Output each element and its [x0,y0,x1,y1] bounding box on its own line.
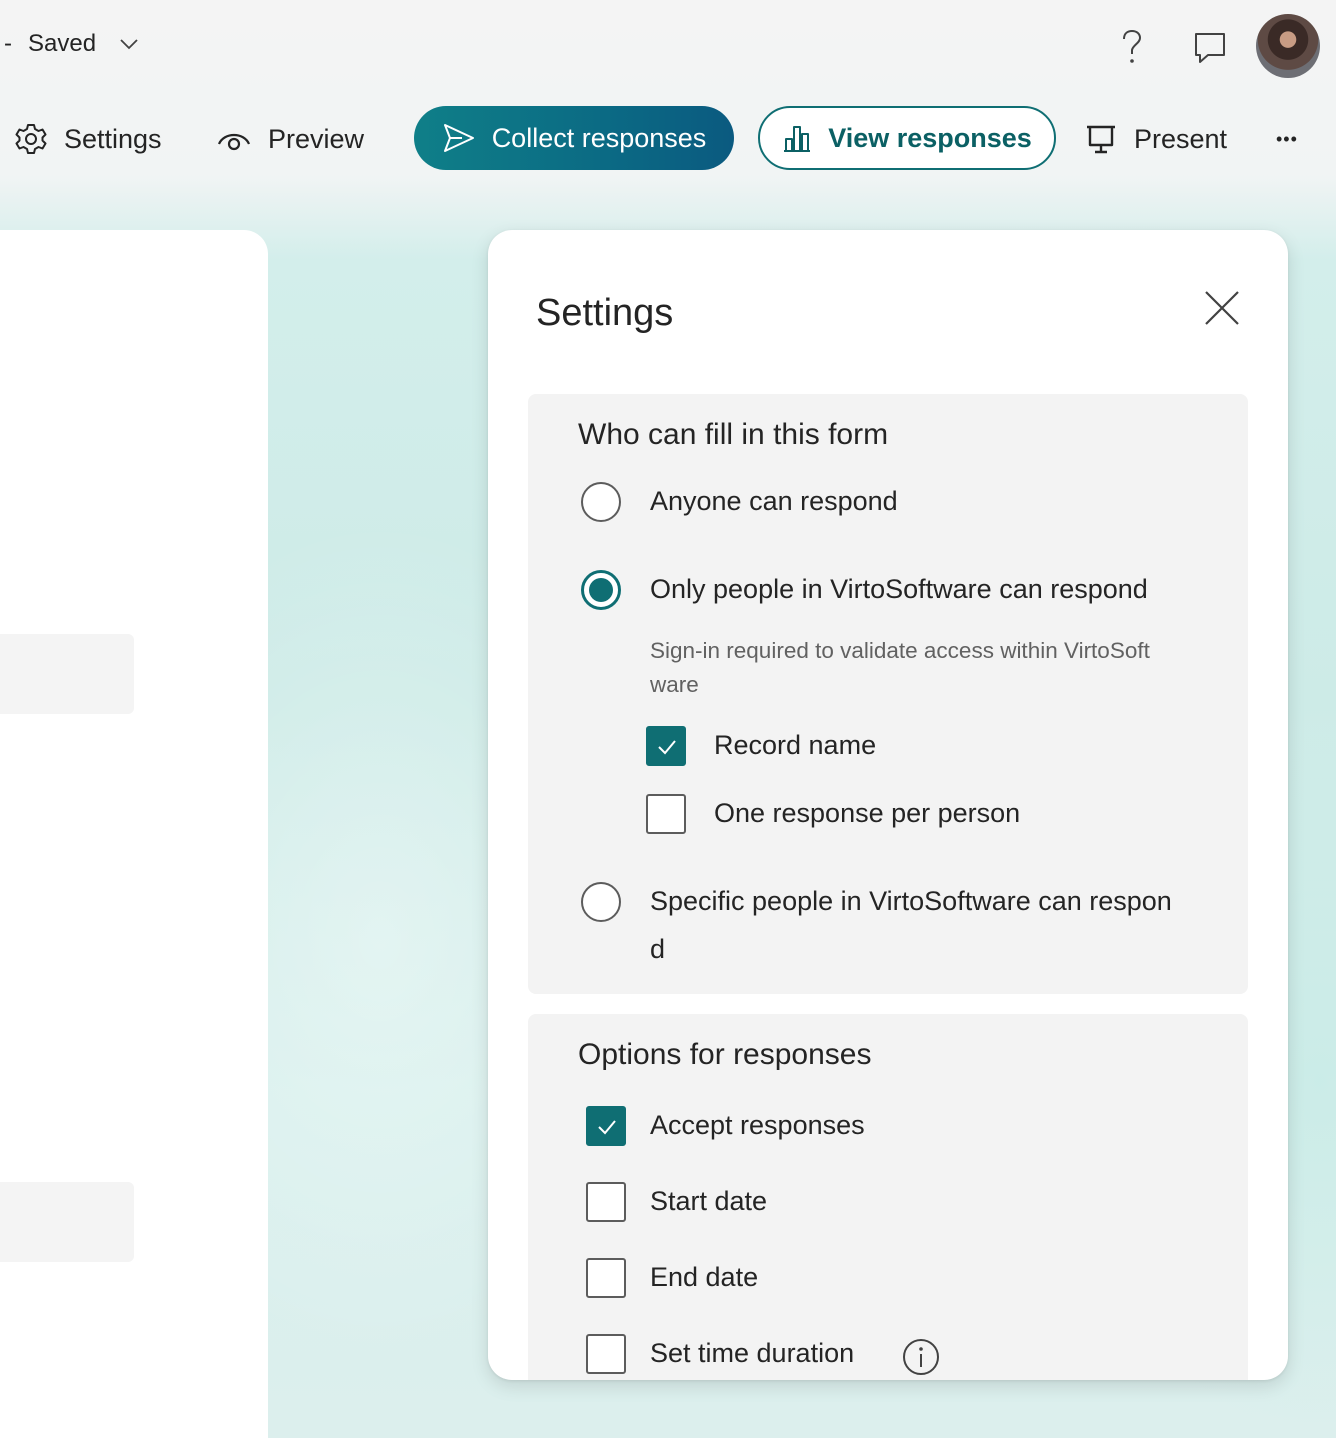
time-duration-label[interactable]: Set time duration [650,1338,854,1369]
start-date-label[interactable]: Start date [650,1186,767,1217]
save-status-label: Saved [28,30,97,57]
section-title: Options for responses [578,1038,872,1071]
avatar[interactable] [1256,14,1320,78]
present-button-label: Present [1134,123,1228,154]
collect-responses-label: Collect responses [491,122,707,153]
end-date-checkbox[interactable] [586,1258,626,1298]
options-for-responses-section: Options for responses Accept responses S… [528,1014,1248,1380]
form-field-placeholder [0,634,134,714]
send-icon [443,124,474,152]
radio-anyone-label[interactable]: Anyone can respond [650,486,898,517]
time-duration-checkbox[interactable] [586,1334,626,1374]
sign-in-hint-line: ware [650,672,699,697]
accept-responses-label[interactable]: Accept responses [650,1110,865,1141]
end-date-label[interactable]: End date [650,1262,758,1293]
radio-anyone[interactable] [581,482,621,522]
gear-icon [15,124,47,154]
one-response-label[interactable]: One response per person [714,798,1020,829]
bar-chart-icon [784,126,811,152]
present-button[interactable]: Present [1084,100,1227,178]
view-responses-button[interactable]: View responses [758,106,1056,170]
title-separator: - [4,30,12,57]
command-bar: Settings Preview Collect responses View … [0,100,1336,178]
settings-button-label: Settings [64,123,162,154]
save-status[interactable]: - Saved [4,30,140,58]
view-responses-label: View responses [828,122,1032,153]
record-name-label[interactable]: Record name [714,730,876,761]
start-date-checkbox[interactable] [586,1182,626,1222]
one-response-checkbox[interactable] [646,794,686,834]
settings-panel: Settings Who can fill in this form Anyon… [488,230,1288,1380]
form-field-placeholder [0,1182,134,1262]
more-options-button[interactable]: ••• [1276,100,1298,178]
sign-in-hint-line: Sign-in required to validate access with… [650,638,1150,663]
collect-responses-button[interactable]: Collect responses [414,106,734,170]
radio-only-org-label[interactable]: Only people in VirtoSoftware can respond [650,574,1148,605]
radio-only-org[interactable] [581,570,621,610]
presentation-icon [1087,125,1115,154]
panel-title: Settings [536,292,674,334]
help-icon[interactable] [1114,28,1150,68]
eye-icon [217,133,251,151]
settings-button[interactable]: Settings [14,100,162,178]
record-name-checkbox[interactable] [646,726,686,766]
radio-specific-people-label[interactable]: Specific people in VirtoSoftware can res… [650,886,1172,917]
info-icon[interactable] [902,1338,940,1376]
chat-icon[interactable] [1190,28,1230,68]
close-icon[interactable] [1200,286,1244,330]
top-bar: - Saved [0,0,1336,92]
section-title: Who can fill in this form [578,418,889,451]
radio-specific-people[interactable] [581,882,621,922]
accept-responses-checkbox[interactable] [586,1106,626,1146]
radio-specific-people-label-wrap[interactable]: d [650,934,665,965]
sign-in-hint: Sign-in required to validate access with… [650,634,1190,702]
preview-button[interactable]: Preview [216,100,364,178]
form-canvas [0,230,268,1438]
preview-button-label: Preview [268,123,365,154]
who-can-fill-section: Who can fill in this form Anyone can res… [528,394,1248,994]
chevron-down-icon[interactable] [118,33,140,55]
more-icon: ••• [1276,128,1298,149]
